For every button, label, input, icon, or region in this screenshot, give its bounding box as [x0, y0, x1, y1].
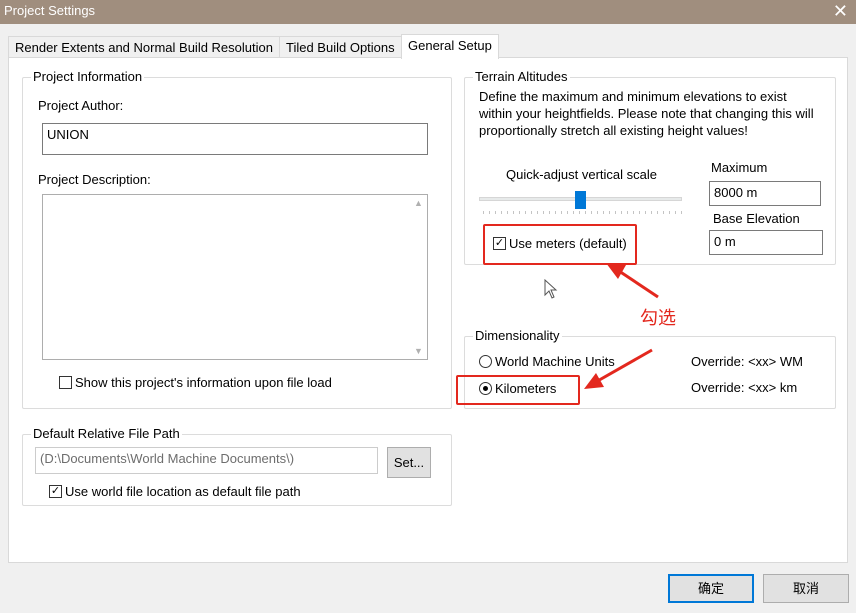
annotation-box-kilometers [456, 375, 580, 405]
file-path-label: Default Relative File Path [31, 426, 182, 441]
terrain-desc-1: Define the maximum and minimum elevation… [479, 89, 787, 104]
set-path-button[interactable]: Set... [387, 447, 431, 478]
slider-tick [627, 211, 628, 214]
author-input[interactable]: UNION [42, 123, 428, 155]
slider-tick [609, 211, 610, 214]
file-path-input[interactable]: (D:\Documents\World Machine Documents\) [35, 447, 378, 474]
slider-tick [501, 211, 502, 214]
slider-tick [573, 211, 574, 214]
slider-ticks [483, 211, 682, 215]
base-elevation-label: Base Elevation [713, 211, 800, 226]
slider-tick [561, 211, 562, 214]
tab-general-setup[interactable]: General Setup [401, 34, 499, 59]
show-info-label: Show this project's information upon fil… [75, 375, 332, 390]
slider-tick [675, 211, 676, 214]
slider-tick [531, 211, 532, 214]
slider-tick [603, 211, 604, 214]
vertical-scale-thumb[interactable] [575, 191, 586, 209]
slider-tick [597, 211, 598, 214]
slider-tick [549, 211, 550, 214]
slider-tick [585, 211, 586, 214]
tab-tiled-build[interactable]: Tiled Build Options [279, 36, 402, 58]
km-override-label: Override: <xx> km [691, 380, 798, 395]
description-textarea[interactable]: ▲ ▼ [42, 194, 428, 360]
ok-button[interactable]: 确定 [668, 574, 754, 603]
window-title: Project Settings [4, 3, 96, 18]
tab-render-extents[interactable]: Render Extents and Normal Build Resoluti… [8, 36, 280, 58]
slider-tick [483, 211, 484, 214]
slider-tick [525, 211, 526, 214]
slider-tick [669, 211, 670, 214]
dimensionality-label: Dimensionality [473, 328, 562, 343]
tab-panel: Project Information Project Author: UNIO… [8, 57, 848, 563]
maximum-input[interactable]: 8000 m [709, 181, 821, 206]
slider-tick [645, 211, 646, 214]
slider-tick [615, 211, 616, 214]
project-info-label: Project Information [31, 69, 145, 84]
author-label: Project Author: [38, 98, 124, 113]
slider-tick [513, 211, 514, 214]
slider-label: Quick-adjust vertical scale [506, 167, 657, 182]
annotation-arrows-icon [584, 263, 659, 389]
use-world-label: Use world file location as default file … [65, 484, 301, 499]
slider-tick [507, 211, 508, 214]
slider-tick [591, 211, 592, 214]
slider-tick [489, 211, 490, 214]
slider-tick [579, 211, 580, 214]
slider-tick [639, 211, 640, 214]
slider-tick [519, 211, 520, 214]
show-info-checkbox[interactable] [59, 376, 72, 389]
title-bar: Project Settings ✕ [0, 0, 856, 24]
description-scrollbar[interactable]: ▲ ▼ [410, 195, 427, 359]
radio-wm-units[interactable] [479, 355, 492, 368]
scroll-up-icon[interactable]: ▲ [414, 198, 423, 208]
terrain-label: Terrain Altitudes [473, 69, 570, 84]
slider-tick [555, 211, 556, 214]
description-label: Project Description: [38, 172, 151, 187]
wm-override-label: Override: <xx> WM [691, 354, 803, 369]
close-icon[interactable]: ✕ [833, 0, 848, 22]
slider-tick [567, 211, 568, 214]
maximum-label: Maximum [711, 160, 768, 175]
base-elevation-input[interactable]: 0 m [709, 230, 823, 255]
slider-tick [537, 211, 538, 214]
terrain-desc-2: within your heightfields. Please note th… [479, 106, 814, 121]
project-info-group: Project Information Project Author: UNIO… [22, 69, 452, 409]
use-world-checkbox[interactable]: ✓ [49, 485, 62, 498]
slider-tick [495, 211, 496, 214]
terrain-desc-3: proportionally stretch all existing heig… [479, 123, 748, 138]
slider-tick [543, 211, 544, 214]
slider-tick [651, 211, 652, 214]
mouse-cursor-icon [544, 279, 558, 299]
slider-tick [681, 211, 682, 214]
slider-tick [663, 211, 664, 214]
slider-tick [621, 211, 622, 214]
slider-tick [633, 211, 634, 214]
file-path-group: Default Relative File Path (D:\Documents… [22, 426, 452, 506]
scroll-down-icon[interactable]: ▼ [414, 346, 423, 356]
slider-tick [657, 211, 658, 214]
cancel-button[interactable]: 取消 [763, 574, 849, 603]
